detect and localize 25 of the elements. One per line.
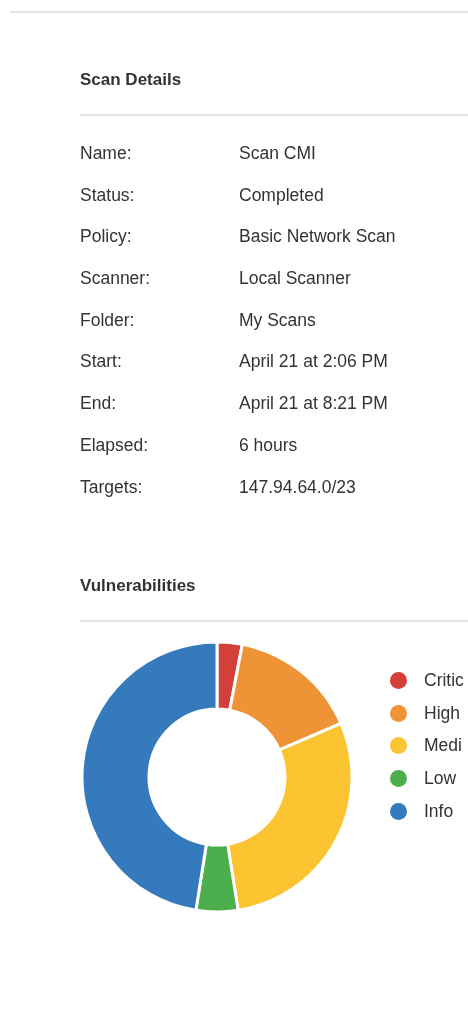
- detail-label: Policy:: [80, 225, 133, 249]
- detail-value: Local Scanner: [239, 267, 351, 291]
- detail-value: Scan CMI: [239, 142, 316, 165]
- detail-value: April 21 at 2:06 PM: [239, 350, 388, 374]
- detail-value: My Scans: [239, 308, 316, 332]
- detail-label: End:: [80, 392, 117, 416]
- legend-label: Medi: [424, 735, 462, 757]
- detail-value: April 21 at 8:21 PM: [239, 392, 388, 416]
- section-heading: Vulnerabilities: [80, 575, 197, 598]
- detail-label: Folder:: [80, 308, 136, 332]
- detail-label: Status:: [80, 183, 136, 207]
- detail-label: Targets:: [80, 475, 144, 499]
- detail-label: Scanner:: [80, 267, 152, 291]
- detail-label: Elapsed:: [80, 433, 150, 457]
- legend-label: Info: [424, 800, 454, 822]
- detail-label: Name:: [80, 142, 133, 165]
- section-heading: Scan Details: [80, 69, 183, 91]
- detail-value: Completed: [239, 183, 324, 207]
- legend-label: Low: [424, 768, 457, 790]
- legend-label: High: [424, 702, 460, 724]
- detail-label: Start:: [80, 350, 123, 374]
- detail-value: 6 hours: [239, 433, 298, 457]
- detail-value: Basic Network Scan: [239, 225, 396, 249]
- legend-label: Critic: [424, 670, 464, 692]
- detail-value: 147.94.64.0/23: [239, 475, 356, 499]
